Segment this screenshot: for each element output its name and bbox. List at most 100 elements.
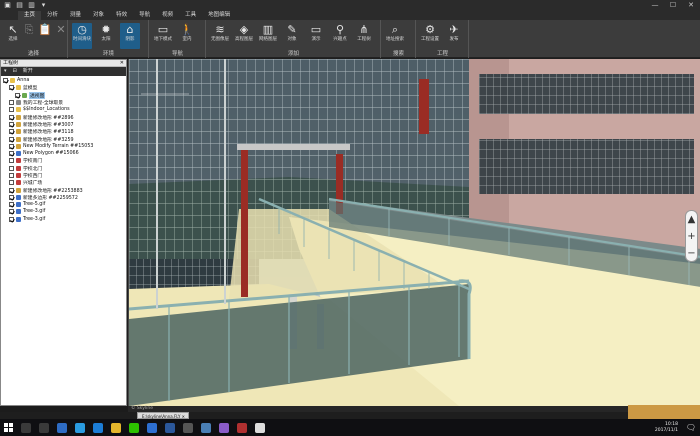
tree-node[interactable]: 蓝模型 <box>1 84 126 91</box>
tree-node[interactable]: 透视图 <box>1 91 126 99</box>
ribbon-button-5-0[interactable]: ⚙ 工程设置 <box>420 23 440 49</box>
tree-node[interactable]: 新建修改地形 ##3007 <box>1 121 126 128</box>
media-icon[interactable] <box>237 422 247 433</box>
tree-node-checkbox[interactable] <box>9 136 14 142</box>
tree-node-checkbox[interactable] <box>9 151 14 157</box>
tree-node-checkbox[interactable] <box>9 121 14 127</box>
save-as-icon[interactable]: ▥ <box>27 1 36 9</box>
tree-node-checkbox[interactable] <box>9 216 14 222</box>
ribbon-button-0-3[interactable]: ✕ <box>51 23 71 49</box>
browser-icon[interactable] <box>57 422 67 433</box>
tree-node[interactable]: Tree-5.gif <box>1 201 126 208</box>
ribbon-button-4-0[interactable]: ⌕ 地址搜索 <box>385 23 405 49</box>
search-icon[interactable] <box>21 422 31 433</box>
tree-node-checkbox[interactable] <box>3 78 8 84</box>
ribbon-button-1-2[interactable]: ⌂ 阴影 <box>120 23 140 49</box>
ribbon-button-1-0[interactable]: ◷ 时间滑块 <box>72 23 92 49</box>
tree-node[interactable]: Tree-3.gif <box>1 216 126 223</box>
tree-node-checkbox[interactable] <box>9 129 14 135</box>
ribbon-button-3-3[interactable]: ✎ 对象 <box>282 23 302 49</box>
ribbon-button-3-2[interactable]: ▥ 网络图层 <box>258 23 278 49</box>
tree-node-checkbox[interactable] <box>9 158 14 164</box>
tree-node[interactable]: Tree-3.gif <box>1 208 126 215</box>
tree-node-checkbox[interactable] <box>9 202 14 208</box>
tab-0[interactable]: 主页 <box>18 11 42 20</box>
3d-viewport[interactable]: ▲ + − <box>128 59 700 406</box>
tree-node[interactable]: 新建修改地形 ##3259 <box>1 135 126 143</box>
ribbon-button-3-0[interactable]: ≋ 无图像层 <box>210 23 230 49</box>
tab-7[interactable]: 工具 <box>179 11 202 20</box>
tab-3[interactable]: 对象 <box>87 11 110 20</box>
minimize-button[interactable]: — <box>646 0 664 10</box>
tree-node[interactable]: New Polygon ##15066 <box>1 150 126 157</box>
ribbon-button-3-5[interactable]: ⚲ 兴趣点 <box>330 23 350 49</box>
tree-node[interactable]: 学校西门 <box>1 172 126 179</box>
folder-icon[interactable]: ▣ <box>3 1 12 9</box>
tree-node[interactable]: 新建多边形 ##2259572 <box>1 194 126 201</box>
close-button[interactable]: ✕ <box>682 0 700 10</box>
ribbon-button-3-6[interactable]: ⋔ 工程树 <box>354 23 374 49</box>
ribbon-button-3-1[interactable]: ◈ 高程图层 <box>234 23 254 49</box>
tree-node[interactable]: 新建修改地形 ##2253883 <box>1 186 126 194</box>
tree-node[interactable]: $$Indoor_Locations <box>1 106 126 113</box>
misc-icon[interactable] <box>255 422 265 433</box>
edge-icon[interactable] <box>93 422 103 433</box>
ribbon-button-2-0[interactable]: ▭ 地下模式 <box>153 23 173 49</box>
tree-node[interactable]: 学校北门 <box>1 165 126 172</box>
dropdown-icon[interactable]: ▾ <box>39 1 48 9</box>
ribbon-button-1-1[interactable]: ✹ 太阳 <box>96 23 116 49</box>
tab-8[interactable]: 地图编辑 <box>202 11 236 20</box>
tree-node[interactable]: Anna <box>1 77 126 84</box>
tree-node[interactable]: 新建修改地形 ##3118 <box>1 128 126 135</box>
tab-2[interactable]: 测量 <box>64 11 87 20</box>
photos-icon[interactable] <box>219 422 229 433</box>
skyline-icon[interactable] <box>201 422 211 433</box>
tree-node-checkbox[interactable] <box>9 107 14 113</box>
task-view-icon[interactable] <box>39 422 49 433</box>
clock[interactable]: 10:18 2017/11/1 <box>655 422 678 434</box>
document-tab[interactable]: E:\skyline\Anna.FLY ✕ <box>137 412 189 419</box>
qq-icon[interactable] <box>75 422 85 433</box>
tree-node-checkbox[interactable] <box>15 92 20 98</box>
tab-4[interactable]: 特效 <box>110 11 133 20</box>
mail-icon[interactable] <box>147 422 157 433</box>
word-icon[interactable] <box>165 422 175 433</box>
store-icon[interactable] <box>183 422 193 433</box>
tree-node[interactable]: New Modify Terrain ##15053 <box>1 143 126 150</box>
tree-node-label: 透视图 <box>29 91 46 99</box>
explorer-icon[interactable] <box>111 422 121 433</box>
tree-node-checkbox[interactable] <box>9 209 14 215</box>
wechat-icon[interactable] <box>129 422 139 433</box>
tree-node-checkbox[interactable] <box>9 100 14 106</box>
tab-6[interactable]: 视频 <box>156 11 179 20</box>
navigation-control[interactable]: ▲ + − <box>685 210 698 262</box>
save-icon[interactable]: ▤ <box>15 1 24 9</box>
tree-node-checkbox[interactable] <box>9 187 14 193</box>
tree-node[interactable]: 新建修改地形 ##2896 <box>1 113 126 121</box>
zoom-out-button[interactable]: − <box>686 245 697 262</box>
start-icon[interactable] <box>4 423 13 432</box>
tree-node-checkbox[interactable] <box>9 143 14 149</box>
tree-node-checkbox[interactable] <box>9 180 14 186</box>
tree-node[interactable]: 兴城广场 <box>1 179 126 186</box>
tree-node-checkbox[interactable] <box>9 194 14 200</box>
notification-icon[interactable]: 🗨 <box>686 423 696 432</box>
tree-node-checkbox[interactable] <box>9 114 14 120</box>
tab-5[interactable]: 导航 <box>133 11 156 20</box>
tab-1[interactable]: 分析 <box>41 11 64 20</box>
ribbon-button-5-1[interactable]: ✈ 发布 <box>444 23 464 49</box>
new-button[interactable]: 新开 <box>20 67 36 76</box>
maximize-button[interactable]: ☐ <box>664 0 682 10</box>
collapse-button[interactable]: ⊟ <box>10 67 20 76</box>
tree-node-checkbox[interactable] <box>9 173 14 178</box>
tree-node[interactable]: 学校南门 <box>1 157 126 164</box>
ribbon-button-2-1[interactable]: 🚶 室内 <box>177 23 197 49</box>
tree-node[interactable]: 我的工程-全球取景 <box>1 99 126 106</box>
zoom-in-button[interactable]: + <box>686 228 697 245</box>
tree-node-checkbox[interactable] <box>9 165 14 171</box>
tree-menu-button[interactable]: ▾ <box>1 67 10 76</box>
ribbon-button-3-4[interactable]: ▭ 演示 <box>306 23 326 49</box>
nav-up-button[interactable]: ▲ <box>686 211 697 228</box>
tree-node-checkbox[interactable] <box>9 85 14 91</box>
close-icon[interactable]: ✕ <box>120 60 124 67</box>
